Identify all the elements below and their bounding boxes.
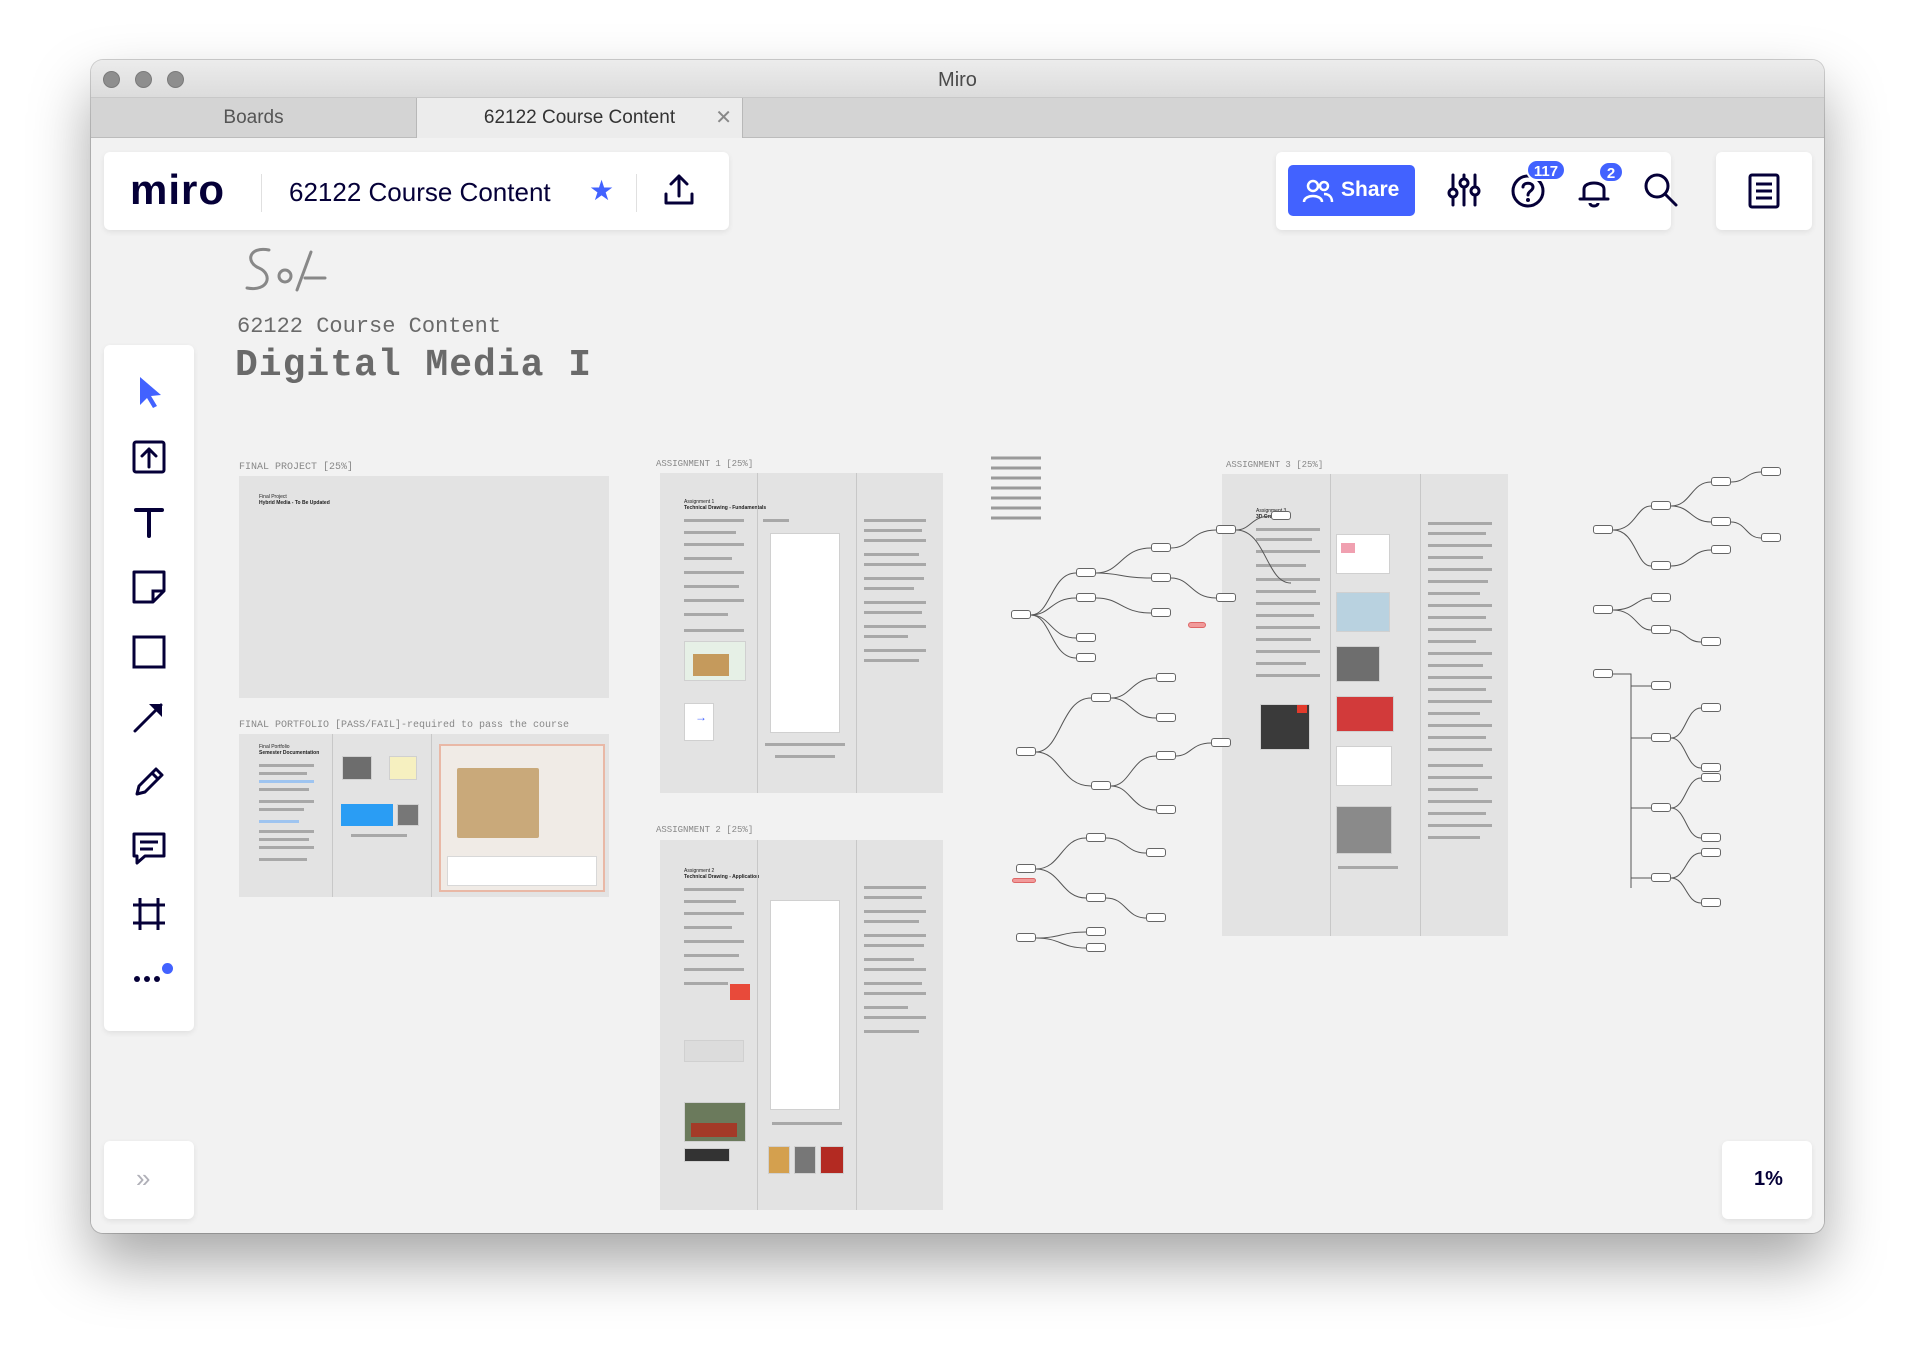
mind-map-node[interactable] bbox=[1701, 773, 1721, 782]
mind-map-node[interactable] bbox=[1011, 610, 1031, 619]
tab-label: 62122 Course Content bbox=[483, 107, 676, 128]
mind-map-node[interactable] bbox=[1216, 593, 1236, 602]
title-bar: Miro bbox=[91, 60, 1824, 98]
mind-map-node[interactable] bbox=[1651, 803, 1671, 812]
mind-map-connectors bbox=[991, 456, 1762, 949]
mind-map-node[interactable] bbox=[1016, 864, 1036, 873]
mind-map-node[interactable] bbox=[1012, 878, 1036, 883]
mind-map-node[interactable] bbox=[1156, 805, 1176, 814]
mind-map-node[interactable] bbox=[1076, 568, 1096, 577]
mind-map-node[interactable] bbox=[1156, 713, 1176, 722]
tab-bar: Boards 62122 Course Content ✕ bbox=[91, 98, 1824, 139]
mind-map-node[interactable] bbox=[1651, 733, 1671, 742]
mind-map-node[interactable] bbox=[1146, 913, 1166, 922]
mind-map-node[interactable] bbox=[1651, 681, 1671, 690]
mind-map-node[interactable] bbox=[1651, 501, 1671, 510]
mind-map-node[interactable] bbox=[1216, 525, 1236, 534]
mind-map-node[interactable] bbox=[1701, 898, 1721, 907]
mind-map-node[interactable] bbox=[1091, 781, 1111, 790]
mind-map-node[interactable] bbox=[1711, 517, 1731, 526]
mind-map-node[interactable] bbox=[1711, 545, 1731, 554]
mind-map-node[interactable] bbox=[1151, 608, 1171, 617]
mind-map-node[interactable] bbox=[1151, 543, 1171, 552]
mind-map-node[interactable] bbox=[1091, 693, 1111, 702]
mind-map-node[interactable] bbox=[1271, 511, 1291, 520]
mind-map-node[interactable] bbox=[1016, 933, 1036, 942]
mind-map-node[interactable] bbox=[1701, 637, 1721, 646]
mind-map-node[interactable] bbox=[1188, 622, 1206, 628]
app-window: Miro Boards 62122 Course Content ✕ miro … bbox=[91, 60, 1824, 1233]
mind-map-node[interactable] bbox=[1761, 533, 1781, 542]
tab-boards[interactable]: Boards bbox=[91, 98, 417, 138]
mind-map-node[interactable] bbox=[1593, 605, 1613, 614]
mind-map-node[interactable] bbox=[1651, 873, 1671, 882]
mind-map-node[interactable] bbox=[1593, 525, 1613, 534]
tab-label: Boards bbox=[223, 107, 284, 128]
mind-map-node[interactable] bbox=[1156, 673, 1176, 682]
window-title: Miro bbox=[938, 69, 977, 91]
mind-map-node[interactable] bbox=[1076, 593, 1096, 602]
mind-map-node[interactable] bbox=[1701, 763, 1721, 772]
mind-map-node[interactable] bbox=[1651, 593, 1671, 602]
tab-close-icon[interactable]: ✕ bbox=[715, 98, 732, 138]
mind-map-node[interactable] bbox=[1076, 653, 1096, 662]
mind-map-node[interactable] bbox=[1086, 833, 1106, 842]
mind-map-node[interactable] bbox=[1701, 703, 1721, 712]
mind-map-node[interactable] bbox=[1651, 561, 1671, 570]
mind-map-node[interactable] bbox=[1151, 573, 1171, 582]
mind-map-node[interactable] bbox=[1701, 833, 1721, 842]
mind-map-node[interactable] bbox=[1761, 467, 1781, 476]
mind-map-node[interactable] bbox=[1086, 927, 1106, 936]
mind-map-node[interactable] bbox=[1146, 848, 1166, 857]
mind-map-node[interactable] bbox=[1593, 669, 1613, 678]
mind-map-node[interactable] bbox=[1651, 625, 1671, 634]
mind-map-node[interactable] bbox=[1076, 633, 1096, 642]
mind-map-node[interactable] bbox=[1086, 943, 1106, 952]
mind-map-node[interactable] bbox=[1211, 738, 1231, 747]
mind-map-node[interactable] bbox=[1016, 747, 1036, 756]
mind-map-node[interactable] bbox=[1701, 848, 1721, 857]
mind-map-node[interactable] bbox=[1156, 751, 1176, 760]
board-canvas[interactable]: miro 62122 Course Content ★ Share 117 2 … bbox=[91, 138, 1824, 1233]
tab-course-content[interactable]: 62122 Course Content ✕ bbox=[417, 98, 743, 139]
mind-map-node[interactable] bbox=[1086, 893, 1106, 902]
mind-map-node[interactable] bbox=[1711, 477, 1731, 486]
